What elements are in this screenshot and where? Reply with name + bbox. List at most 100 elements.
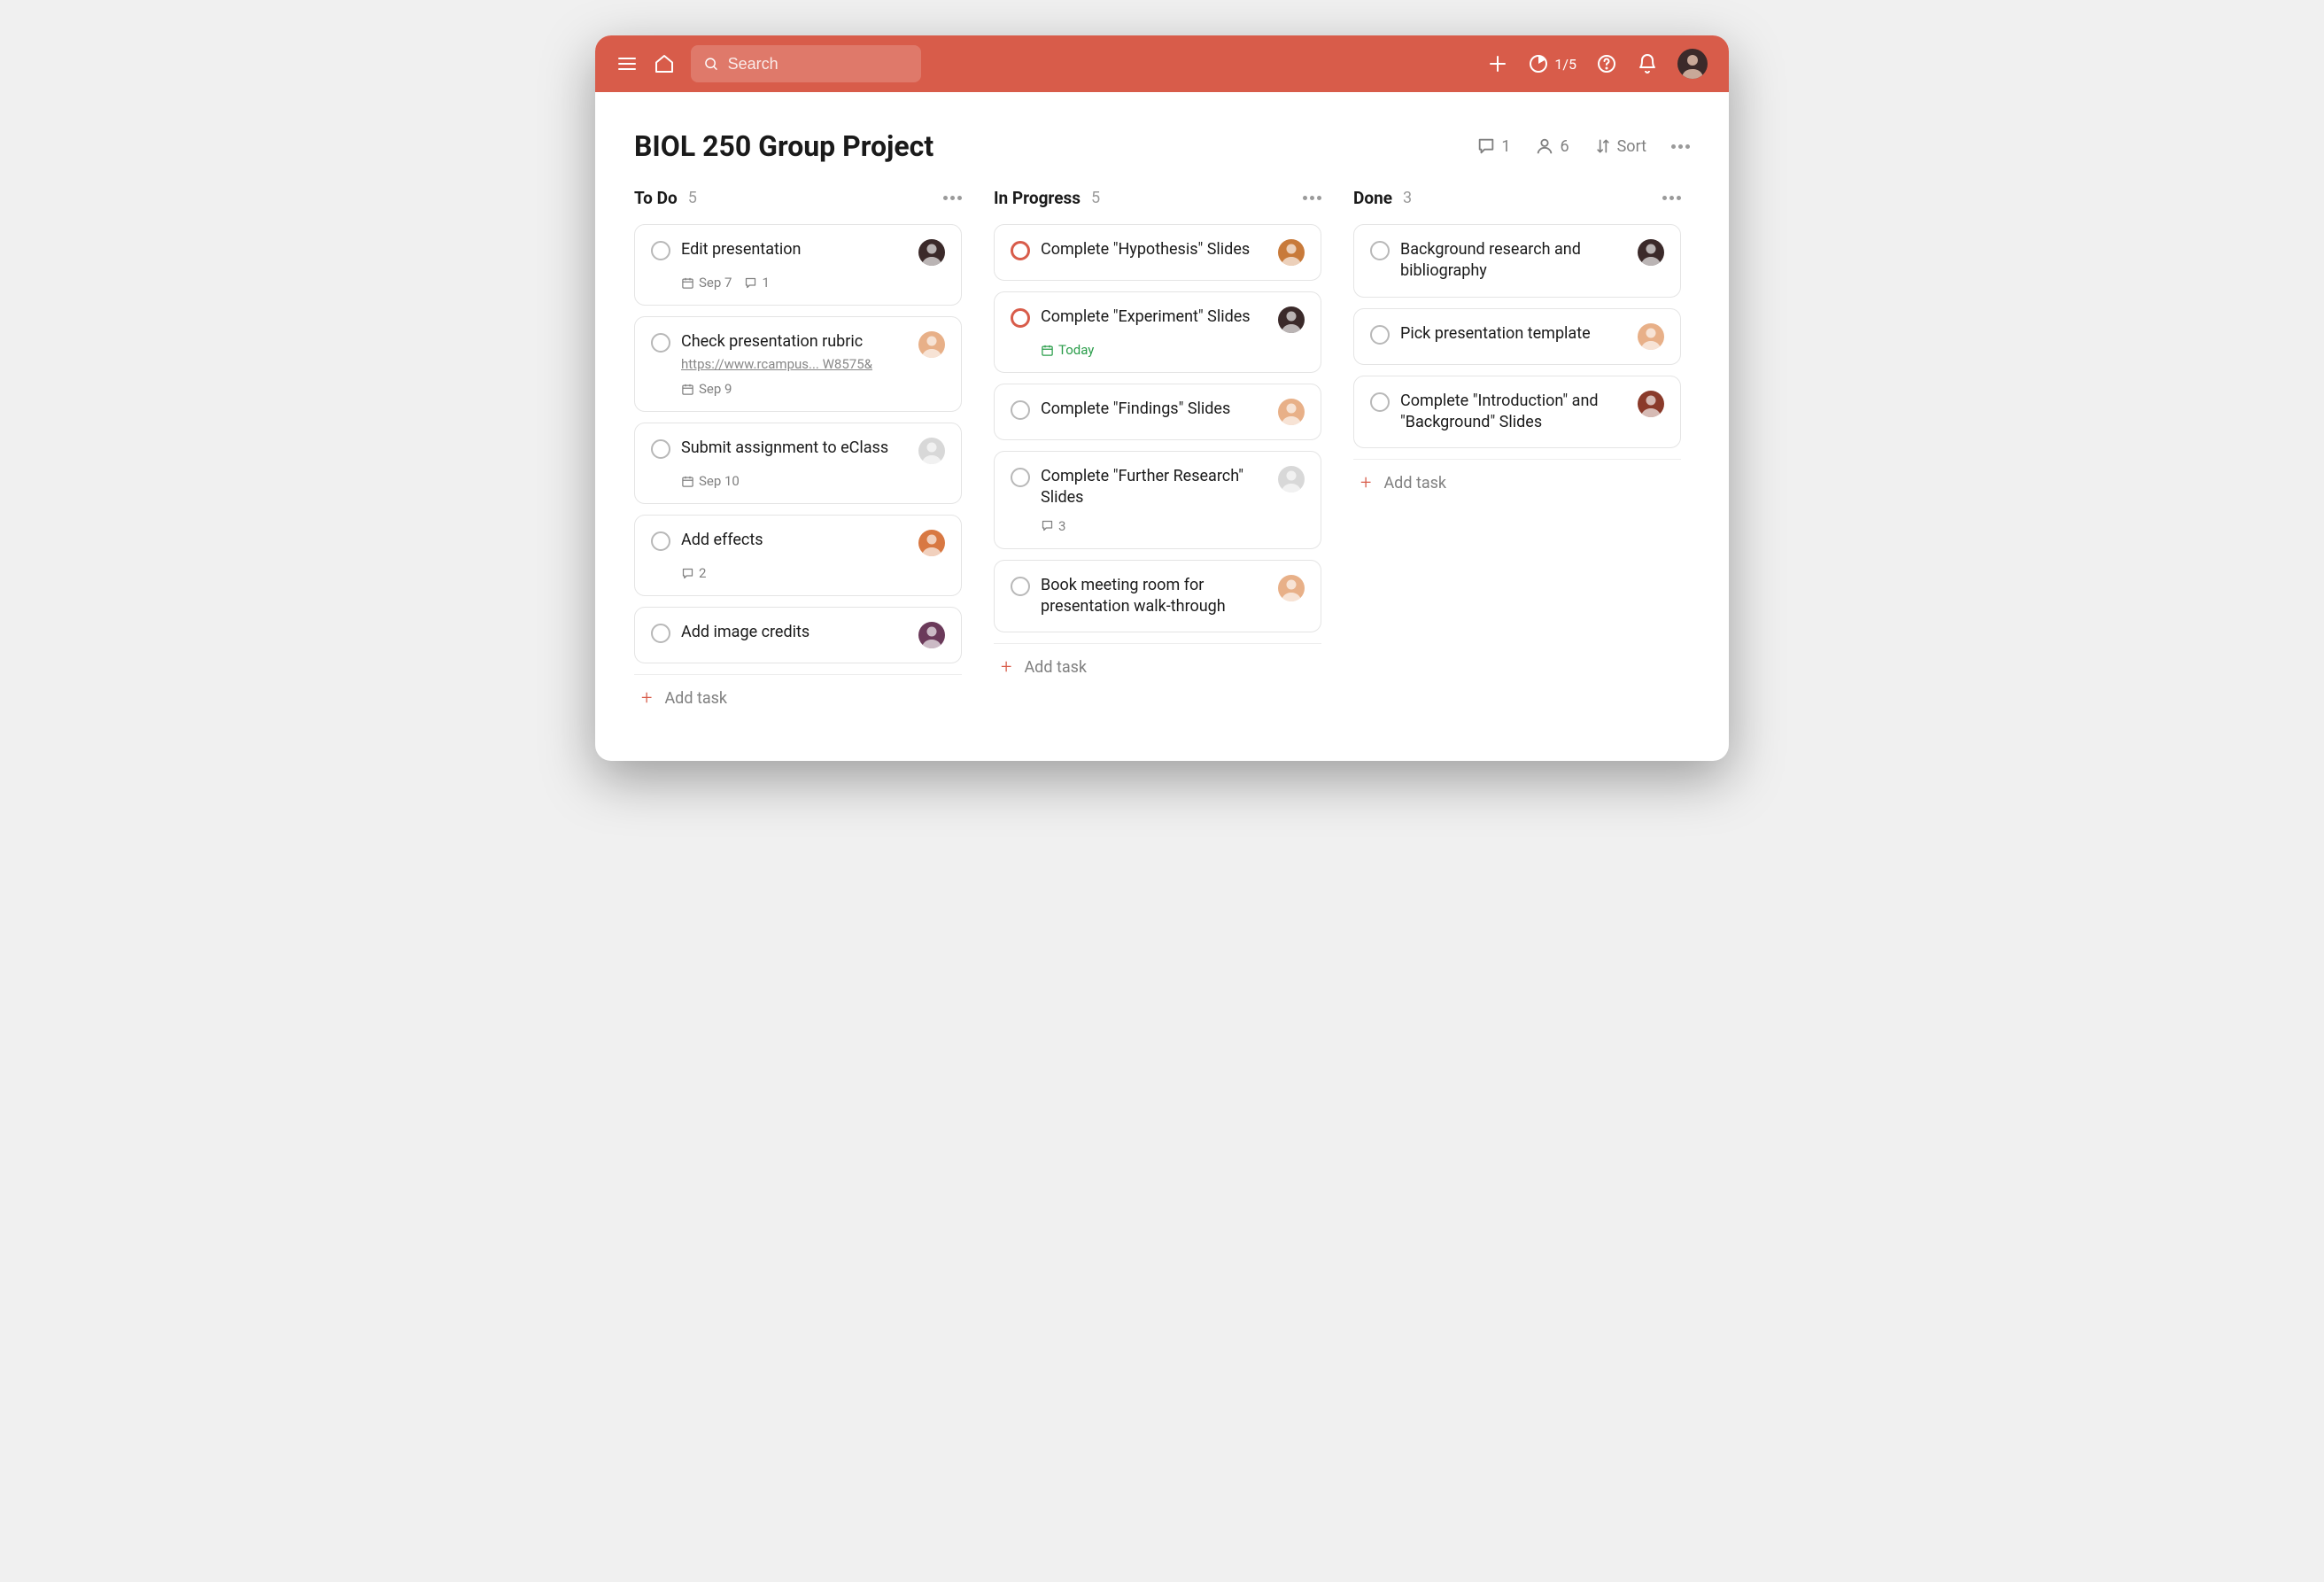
- column-done: Done 3 Background research and bibliograph…: [1353, 188, 1681, 507]
- task-card[interactable]: Background research and bibliography: [1353, 224, 1681, 298]
- assignee-avatar[interactable]: [1638, 391, 1664, 417]
- task-title: Complete "Experiment" Slides: [1041, 306, 1267, 328]
- complete-checkbox[interactable]: [1011, 400, 1030, 420]
- column-header: Done 3: [1353, 188, 1681, 208]
- comment-icon: [1476, 136, 1496, 156]
- add-icon[interactable]: [1487, 53, 1508, 74]
- progress-text: 1/5: [1554, 56, 1576, 73]
- column-more-icon[interactable]: [1662, 196, 1681, 200]
- task-comments[interactable]: 1: [744, 275, 769, 291]
- task-link[interactable]: https://www.rcampus... W8575&: [681, 356, 894, 372]
- complete-checkbox[interactable]: [651, 531, 670, 551]
- help-icon[interactable]: [1596, 53, 1617, 74]
- task-meta: 2: [681, 565, 945, 581]
- task-card[interactable]: Edit presentationSep 71: [634, 224, 962, 306]
- column-header: In Progress5: [994, 188, 1321, 208]
- column-count: 5: [688, 189, 697, 207]
- add-task-label: Add task: [1383, 474, 1446, 492]
- assignee-avatar[interactable]: [1278, 466, 1305, 492]
- comments-button[interactable]: 1: [1476, 136, 1510, 156]
- assignee-avatar[interactable]: [1638, 239, 1664, 266]
- add-task-label: Add task: [1024, 658, 1087, 677]
- project-header: BIOL 250 Group Project 1 6 Sort: [595, 92, 1729, 188]
- add-task-button[interactable]: +Add task: [634, 674, 962, 722]
- task-comments[interactable]: 2: [681, 565, 706, 581]
- task-card[interactable]: Complete "Further Research" Slides3: [994, 451, 1321, 549]
- assignee-avatar[interactable]: [1278, 306, 1305, 333]
- task-card[interactable]: Complete "Introduction" and "Background"…: [1353, 376, 1681, 449]
- task-title: Submit assignment to eClass: [681, 438, 908, 459]
- assignee-avatar[interactable]: [918, 530, 945, 556]
- task-card[interactable]: Add effects 2: [634, 515, 962, 596]
- task-title: Add image credits: [681, 622, 908, 643]
- assignee-avatar[interactable]: [918, 622, 945, 648]
- complete-checkbox[interactable]: [651, 624, 670, 643]
- plus-icon: +: [1001, 656, 1011, 679]
- comment-count: 1: [1501, 137, 1510, 156]
- task-comments[interactable]: 3: [1041, 518, 1065, 534]
- task-card[interactable]: Complete "Hypothesis" Slides: [994, 224, 1321, 281]
- complete-checkbox[interactable]: [1011, 241, 1030, 260]
- topbar-right: 1/5: [1487, 49, 1708, 79]
- assignee-avatar[interactable]: [918, 331, 945, 358]
- more-icon[interactable]: [1671, 144, 1690, 149]
- complete-checkbox[interactable]: [651, 241, 670, 260]
- task-card[interactable]: Check presentation rubric https://www.rca…: [634, 316, 962, 412]
- task-card[interactable]: Book meeting room for presentation walk-…: [994, 560, 1321, 633]
- column-count: 3: [1403, 189, 1412, 207]
- search-input[interactable]: [691, 45, 921, 82]
- home-icon[interactable]: [654, 53, 675, 74]
- task-title: Background research and bibliography: [1400, 239, 1627, 283]
- assignee-avatar[interactable]: [1638, 323, 1664, 350]
- assignee-avatar[interactable]: [1278, 575, 1305, 601]
- plus-icon: +: [1360, 472, 1371, 494]
- assignee-avatar[interactable]: [918, 438, 945, 464]
- task-meta: 3: [1041, 518, 1305, 534]
- add-task-button[interactable]: + Add task: [1353, 459, 1681, 507]
- sort-button[interactable]: Sort: [1594, 137, 1646, 156]
- task-card[interactable]: Complete "Experiment" Slides Today: [994, 291, 1321, 373]
- column-in-progress: In Progress5 Complete "Hypothesis" Slides…: [994, 188, 1321, 691]
- task-title: Check presentation rubric: [681, 331, 908, 353]
- column-title: Done: [1353, 188, 1392, 208]
- complete-checkbox[interactable]: [1370, 392, 1390, 412]
- complete-checkbox[interactable]: [1011, 577, 1030, 596]
- complete-checkbox[interactable]: [1370, 241, 1390, 260]
- task-date: Sep 7: [681, 275, 732, 291]
- project-title: BIOL 250 Group Project: [634, 129, 933, 163]
- progress-indicator[interactable]: 1/5: [1528, 53, 1576, 74]
- bell-icon[interactable]: [1637, 53, 1658, 74]
- board: To Do5Edit presentationSep 71Check prese…: [595, 188, 1729, 761]
- task-card[interactable]: Add image credits: [634, 607, 962, 663]
- complete-checkbox[interactable]: [651, 439, 670, 459]
- search-icon: [703, 55, 719, 73]
- task-meta: Sep 10: [681, 473, 945, 489]
- user-avatar[interactable]: [1677, 49, 1708, 79]
- task-date: Sep 10: [681, 473, 740, 489]
- column-more-icon[interactable]: [1303, 196, 1321, 200]
- assignee-avatar[interactable]: [1278, 239, 1305, 266]
- add-task-button[interactable]: + Add task: [994, 643, 1321, 691]
- progress-icon: [1528, 53, 1549, 74]
- complete-checkbox[interactable]: [1011, 468, 1030, 487]
- task-date: Today: [1041, 342, 1094, 358]
- topbar: 1/5: [595, 35, 1729, 92]
- task-card[interactable]: Pick presentation template: [1353, 308, 1681, 365]
- person-icon: [1535, 136, 1554, 156]
- assignee-avatar[interactable]: [1278, 399, 1305, 425]
- column-count: 5: [1091, 189, 1100, 207]
- assignee-avatar[interactable]: [918, 239, 945, 266]
- header-actions: 1 6 Sort: [1476, 136, 1690, 156]
- members-button[interactable]: 6: [1535, 136, 1569, 156]
- column-more-icon[interactable]: [943, 196, 962, 200]
- task-title: Add effects: [681, 530, 908, 551]
- task-card[interactable]: Submit assignment to eClass Sep 10: [634, 423, 962, 504]
- plus-icon: +: [641, 687, 652, 710]
- complete-checkbox[interactable]: [651, 333, 670, 353]
- task-card[interactable]: Complete "Findings" Slides: [994, 384, 1321, 440]
- complete-checkbox[interactable]: [1370, 325, 1390, 345]
- sort-label: Sort: [1617, 137, 1646, 156]
- menu-icon[interactable]: [616, 53, 638, 74]
- search-field[interactable]: [728, 55, 909, 74]
- complete-checkbox[interactable]: [1011, 308, 1030, 328]
